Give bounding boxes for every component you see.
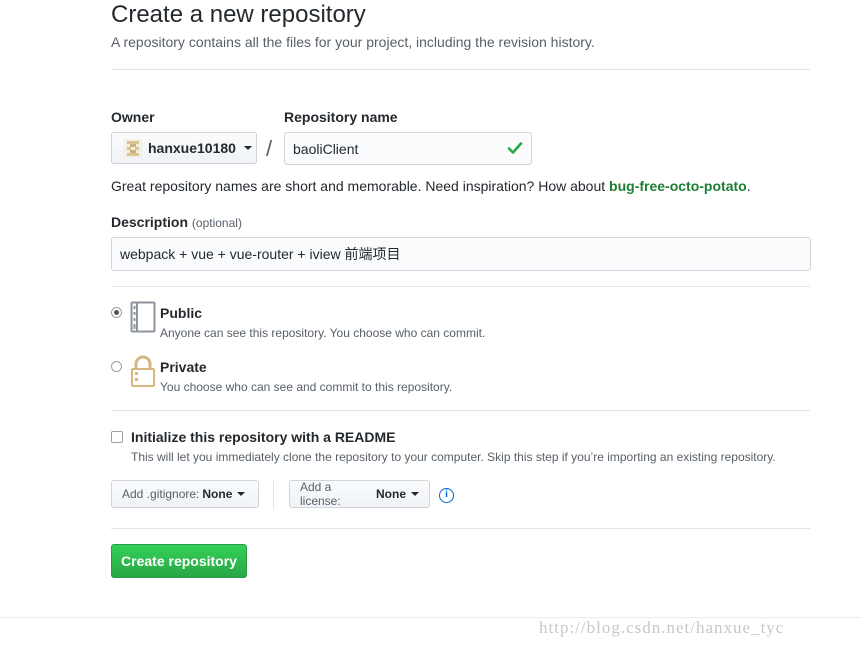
owner-label: Owner — [111, 109, 155, 125]
chevron-down-icon — [411, 492, 419, 496]
chevron-down-icon — [237, 492, 246, 496]
description-input[interactable] — [111, 237, 811, 271]
readme-checkbox[interactable] — [111, 431, 123, 443]
create-repository-button[interactable]: Create repository — [111, 544, 247, 578]
page-subtitle: A repository contains all the files for … — [111, 34, 595, 50]
public-option-title: Public — [160, 305, 203, 321]
owner-name: hanxue10180 — [148, 140, 236, 156]
lock-icon — [130, 355, 156, 392]
readme-title: Initialize this repository with a README — [131, 429, 396, 445]
readme-desc: This will let you immediately clone the … — [131, 450, 776, 464]
license-dropdown[interactable]: Add a license: None — [289, 480, 430, 508]
public-radio[interactable] — [111, 307, 122, 318]
private-option-desc: You choose who can see and commit to thi… — [160, 380, 453, 394]
repo-name-input[interactable] — [284, 132, 532, 165]
info-icon[interactable]: i — [439, 488, 454, 503]
name-hint: Great repository names are short and mem… — [111, 178, 751, 194]
private-radio[interactable] — [111, 361, 122, 372]
name-suggestion-link[interactable]: bug-free-octo-potato — [609, 178, 747, 194]
description-label: Description (optional) — [111, 214, 242, 230]
chevron-down-icon — [243, 146, 252, 150]
gitignore-dropdown[interactable]: Add .gitignore: None — [111, 480, 259, 508]
public-option-desc: Anyone can see this repository. You choo… — [160, 326, 486, 340]
page-title: Create a new repository — [111, 1, 366, 28]
private-option-title: Private — [160, 359, 207, 375]
owner-dropdown[interactable]: hanxue10180 — [111, 132, 257, 164]
avatar — [124, 139, 142, 157]
divider — [111, 410, 810, 411]
repo-book-icon — [130, 301, 156, 338]
vertical-divider — [273, 481, 274, 509]
optional-note: (optional) — [191, 216, 242, 230]
repo-name-label: Repository name — [284, 109, 398, 125]
owner-repo-separator: / — [266, 136, 273, 161]
divider — [111, 69, 810, 70]
divider — [111, 528, 810, 529]
check-icon — [507, 140, 523, 161]
divider — [111, 286, 810, 287]
watermark: http://blog.csdn.net/hanxue_tyc — [539, 618, 785, 637]
